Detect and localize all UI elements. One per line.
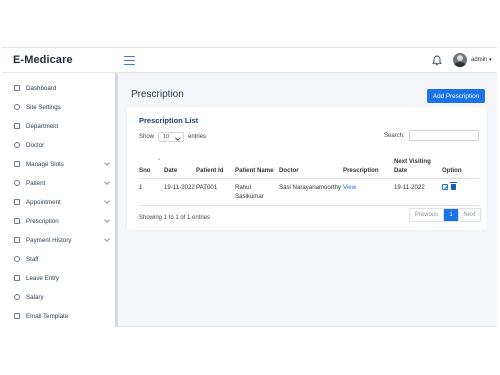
chevron-down-icon: [104, 179, 110, 185]
cell-prescription: View: [343, 178, 394, 206]
sort-icon: ▲: [157, 155, 161, 161]
bell-icon[interactable]: [432, 55, 442, 66]
top-bar: E-Medicare admin ▾: [2, 48, 497, 73]
sidebar-item-patient[interactable]: Patient: [14, 177, 110, 189]
page-title: Prescription: [131, 89, 184, 100]
sidebar-item-payment-history[interactable]: Payment History: [14, 234, 110, 246]
chevron-down-icon: [104, 217, 110, 223]
email-icon: [14, 313, 20, 319]
table-row: 1 19-11-2022 PAT001 Rahul Sasikumar Sasi…: [139, 178, 479, 206]
sidebar-item-leave-entry[interactable]: Leave Entry: [14, 272, 109, 284]
column-header[interactable]: Patient Name: [235, 148, 279, 179]
trash-icon[interactable]: [450, 182, 457, 190]
column-header[interactable]: Patient Id: [196, 148, 235, 179]
prescription-icon: [14, 218, 20, 224]
card-title: Prescription List: [139, 116, 199, 125]
patient-icon: [14, 180, 20, 186]
slots-icon: [14, 161, 20, 167]
sidebar-item-label: Email Template: [26, 312, 69, 320]
sidebar: Dashboard Site Settings Department Docto…: [2, 73, 118, 327]
sidebar-item-label: Prescription: [26, 217, 59, 225]
cell-next-visit: 19-11-2022: [394, 178, 442, 206]
caret-down-icon[interactable]: ▾: [489, 57, 492, 63]
prescription-list-card: Prescription List Show 10 entries Search…: [127, 107, 487, 230]
sidebar-item-label: Manage Slots: [26, 160, 64, 168]
sidebar-item-manage-slots[interactable]: Manage Slots: [14, 158, 110, 170]
cell-sno: 1: [139, 178, 164, 206]
sidebar-item-site-settings[interactable]: Site Settings: [14, 101, 109, 113]
prescription-table: Sno ▲ Date Patient Id Patient Name Doctor…: [139, 148, 479, 206]
next-page-button[interactable]: Next: [458, 209, 480, 221]
sidebar-item-label: Patient: [26, 179, 46, 187]
column-header[interactable]: Prescription: [343, 148, 394, 179]
sidebar-item-label: Staff: [26, 255, 39, 263]
appointment-icon: [14, 199, 20, 205]
pagination: Previous 1 Next: [409, 208, 481, 222]
search-label: Search:: [384, 133, 405, 139]
chevron-down-icon: [104, 236, 110, 242]
chevron-down-icon: [104, 198, 110, 204]
cell-patient-id: PAT001: [196, 178, 235, 206]
sidebar-item-doctor[interactable]: Doctor: [14, 139, 109, 151]
settings-icon: [14, 104, 20, 110]
search-input[interactable]: [409, 130, 479, 141]
sidebar-item-label: Appointment: [26, 198, 61, 206]
entries-info: Showing 1 to 1 of 1 entries: [139, 215, 211, 221]
user-name[interactable]: admin: [471, 57, 487, 63]
sidebar-item-label: Dashboard: [26, 84, 57, 92]
column-header[interactable]: Next Visiting Date: [394, 148, 442, 179]
column-header[interactable]: Date: [164, 148, 196, 179]
staff-icon: [14, 256, 20, 262]
sidebar-item-staff[interactable]: Staff: [14, 253, 109, 265]
cell-option: [442, 178, 479, 206]
sidebar-item-label: Site Settings: [26, 103, 61, 111]
avatar[interactable]: [453, 53, 467, 67]
sidebar-item-department[interactable]: Department: [14, 120, 109, 132]
page-1-button[interactable]: 1: [444, 209, 458, 221]
chevron-down-icon: [104, 160, 110, 166]
entries-label: entries: [188, 134, 207, 140]
page-size-select[interactable]: 10: [158, 132, 185, 142]
column-header[interactable]: Sno ▲: [139, 148, 164, 179]
previous-page-button[interactable]: Previous: [410, 209, 444, 221]
edit-icon[interactable]: [442, 183, 448, 190]
payment-icon: [14, 237, 20, 243]
sidebar-item-dashboard[interactable]: Dashboard: [14, 82, 109, 94]
sidebar-item-email-template[interactable]: Email Template: [14, 310, 109, 322]
sidebar-item-label: Doctor: [26, 141, 45, 149]
view-prescription-link[interactable]: View: [343, 184, 356, 191]
doctor-icon: [14, 142, 20, 148]
brand-logo[interactable]: E-Medicare: [13, 54, 73, 66]
sidebar-item-prescription[interactable]: Prescription: [14, 215, 110, 227]
dashboard-icon: [14, 85, 20, 91]
sidebar-item-label: Salary: [26, 293, 44, 301]
column-header[interactable]: Doctor: [279, 148, 343, 179]
menu-toggle-icon[interactable]: [124, 56, 135, 65]
cell-patient-name: Rahul Sasikumar: [235, 178, 279, 206]
department-icon: [14, 123, 20, 129]
table-header-row: Sno ▲ Date Patient Id Patient Name Doctor…: [139, 148, 479, 179]
leave-icon: [14, 275, 20, 281]
main-content: Prescription Add Prescription Prescripti…: [121, 73, 497, 327]
sidebar-item-label: Payment History: [26, 236, 72, 244]
add-prescription-button[interactable]: Add Prescription: [427, 89, 485, 103]
salary-icon: [14, 294, 20, 300]
sidebar-item-appointment[interactable]: Appointment: [14, 196, 110, 208]
cell-date: 19-11-2022: [164, 178, 196, 206]
column-header[interactable]: Option: [442, 148, 479, 179]
sidebar-item-salary[interactable]: Salary: [14, 291, 109, 303]
cell-doctor: Sasi Narayanamoorthy: [279, 178, 343, 206]
sidebar-item-label: Department: [26, 122, 59, 130]
sidebar-item-label: Leave Entry: [26, 274, 60, 282]
app-window: E-Medicare admin ▾ Dashboard Site Settin…: [2, 47, 497, 327]
page-size-control: Show 10 entries: [139, 132, 206, 142]
show-label: Show: [139, 134, 155, 140]
